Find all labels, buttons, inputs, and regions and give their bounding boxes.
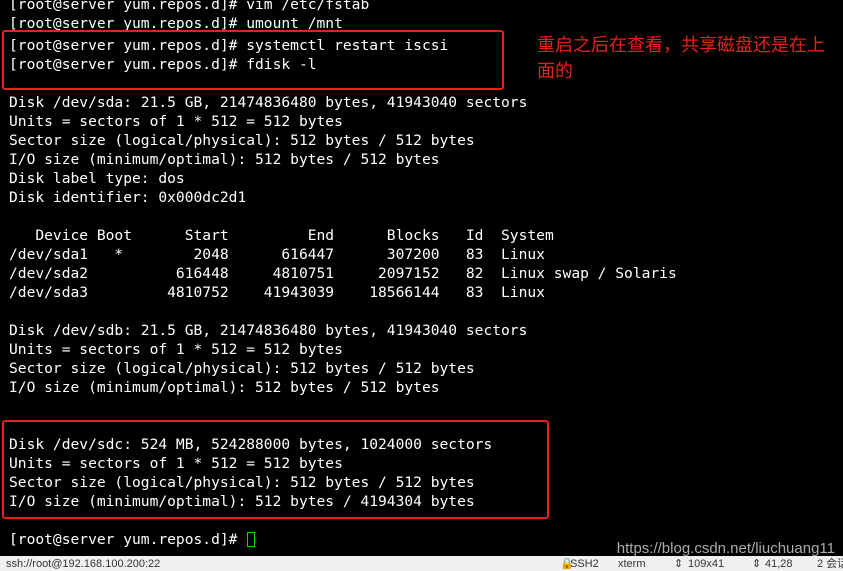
terminal-line: I/O size (minimum/optimal): 512 bytes / … [9,151,440,168]
status-protocol: SSH2 [570,558,599,570]
terminal-line: Sector size (logical/physical): 512 byte… [9,360,475,377]
highlight-box-commands [2,30,504,90]
status-bar: ssh://root@192.168.100.200:22 🔒 SSH2 xte… [0,556,843,571]
highlight-box-sdc [2,420,549,519]
terminal-line: Units = sectors of 1 * 512 = 512 bytes [9,341,343,358]
prompt-line[interactable]: [root@server yum.repos.d]# [9,530,256,549]
prompt-text: [root@server yum.repos.d]# [9,531,247,548]
status-connection: ssh://root@192.168.100.200:22 [6,558,161,570]
terminal-line: Device Boot Start End Blocks Id System [9,227,554,244]
terminal-line: Units = sectors of 1 * 512 = 512 bytes [9,113,343,130]
text-cursor [247,532,256,547]
terminal-line: /dev/sda3 4810752 41943039 18566144 83 L… [9,284,545,301]
resize-icon: ⇕ [674,558,684,570]
terminal-line: I/O size (minimum/optimal): 512 bytes / … [9,379,440,396]
terminal-line: Disk identifier: 0x000dc2d1 [9,189,247,206]
terminal-line: /dev/sda2 616448 4810751 2097152 82 Linu… [9,265,677,282]
status-size: 109x41 [688,558,725,570]
terminal-line: Disk label type: dos [9,170,185,187]
terminal-line: /dev/sda1 * 2048 616447 307200 83 Linux [9,246,545,263]
annotation-note: 重启之后在查看，共享磁盘还是在上面的 [537,35,825,82]
terminal-line: Sector size (logical/physical): 512 byte… [9,132,475,149]
terminal-line: Disk /dev/sdb: 21.5 GB, 21474836480 byte… [9,322,528,339]
cursor-position-icon: ⇕ [752,558,762,570]
terminal-line: Disk /dev/sda: 21.5 GB, 21474836480 byte… [9,94,528,111]
status-cursor-position: 41,28 [765,558,793,570]
status-sessions: 2 会话 [817,558,843,570]
watermark: https://blog.csdn.net/liuchuang11 [616,540,835,556]
status-terminal-type: xterm [618,558,646,570]
terminal-line: [root@server yum.repos.d]# vim /etc/fsta… [9,0,370,13]
terminal-window[interactable]: [root@server yum.repos.d]# vim /etc/fsta… [0,0,843,556]
